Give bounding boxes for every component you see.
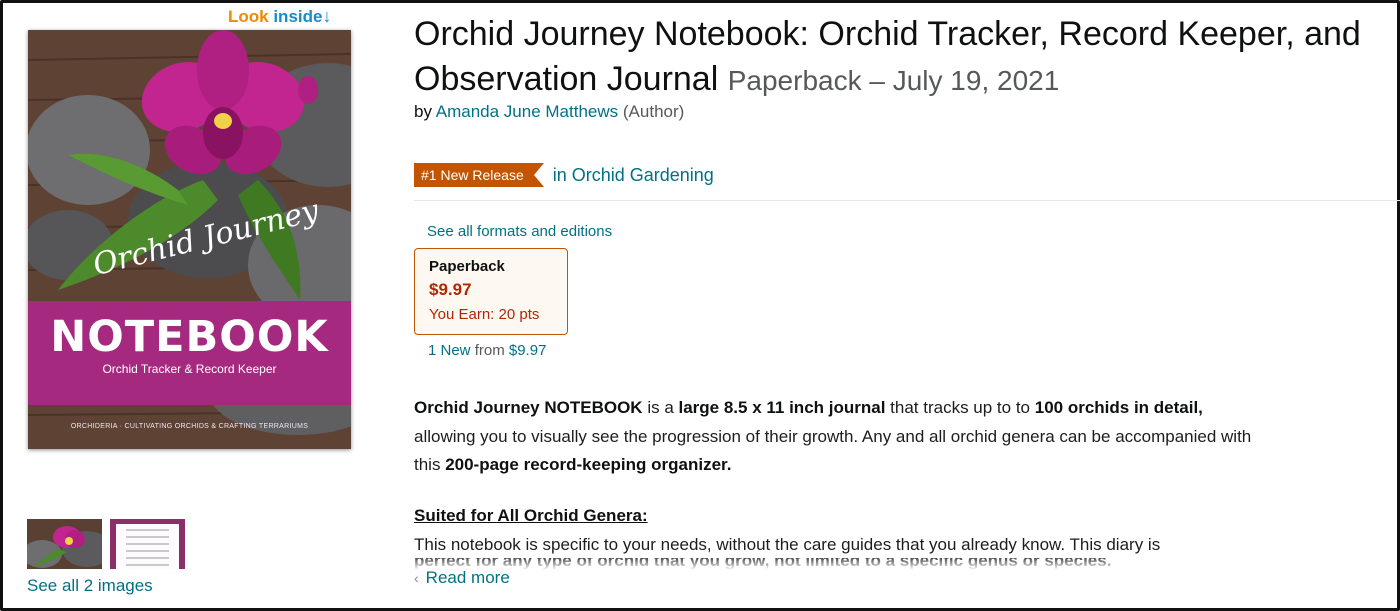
product-title: Orchid Journey Notebook: Orchid Tracker,… <box>414 12 1398 103</box>
thumbnail-interior-page[interactable] <box>110 519 185 569</box>
look-inside-label-inside: inside <box>268 7 323 26</box>
new-offers-count-link[interactable]: 1 New <box>428 342 471 359</box>
new-offers-price-link[interactable]: $9.97 <box>509 342 547 359</box>
best-seller-badge-row: #1 New Release in Orchid Gardening <box>414 162 714 188</box>
new-offers: 1 New from $9.97 <box>428 342 546 359</box>
description-cut-line: perfect for any type of orchid that you … <box>414 558 1112 570</box>
author-link[interactable]: Amanda June Matthews <box>436 102 618 121</box>
format-price: $9.97 <box>429 280 472 299</box>
badge-category-link[interactable]: in Orchid Gardening <box>553 165 714 186</box>
cover-subtitle: Orchid Tracker & Record Keeper <box>102 362 277 376</box>
arrow-down-icon: ↓ <box>322 6 332 26</box>
desc-bold-4: 200-page record-keeping organizer. <box>445 455 732 474</box>
look-inside-label-look: Look <box>228 7 269 26</box>
format-earn-points: You Earn: 20 pts <box>429 306 540 323</box>
see-all-images-link[interactable]: See all 2 images <box>27 576 153 596</box>
book-cover-image[interactable]: Orchid Journey NOTEBOOK Orchid Tracker &… <box>28 30 351 449</box>
thumbnail-cover[interactable] <box>27 519 102 569</box>
read-more-label: Read more <box>425 568 510 587</box>
thumbnail-page-sheet <box>116 524 179 569</box>
byline-by: by <box>414 102 432 121</box>
chevron-left-icon: ‹ <box>414 570 419 586</box>
new-release-badge[interactable]: #1 New Release <box>414 163 544 187</box>
read-more-link[interactable]: ‹ Read more <box>414 568 510 588</box>
description-paragraph-2: This notebook is specific to your needs,… <box>414 535 1161 554</box>
cover-credit: ORCHIDERIA · CULTIVATING ORCHIDS & CRAFT… <box>70 423 309 430</box>
description-heading: Suited for All Orchid Genera: <box>414 506 648 525</box>
product-format-date: Paperback – July 19, 2021 <box>727 65 1060 96</box>
author-role: (Author) <box>622 102 685 121</box>
cover-big-title: NOTEBOOK <box>50 312 329 362</box>
format-option-paperback[interactable]: Paperback $9.97 You Earn: 20 pts <box>414 248 568 335</box>
desc-bold-1: Orchid Journey NOTEBOOK <box>414 398 643 417</box>
desc-text-1: is a <box>642 398 679 417</box>
description-paragraph-1: Orchid Journey NOTEBOOK is a large 8.5 x… <box>414 394 1264 480</box>
description-fade: perfect for any type of orchid that you … <box>414 558 1264 572</box>
new-offers-from: from <box>474 342 505 359</box>
section-divider <box>414 200 1400 201</box>
desc-bold-2: large 8.5 x 11 inch journal <box>678 398 886 417</box>
look-inside-link[interactable]: Look inside↓ <box>228 6 331 27</box>
desc-text-2: that tracks up to to <box>885 398 1035 417</box>
desc-bold-3: 100 orchids in detail, <box>1034 398 1203 417</box>
format-name: Paperback <box>429 258 505 275</box>
thumbnail-cover-art <box>27 519 102 569</box>
byline: by Amanda June Matthews (Author) <box>414 102 684 122</box>
see-all-formats-link[interactable]: See all formats and editions <box>427 223 612 240</box>
